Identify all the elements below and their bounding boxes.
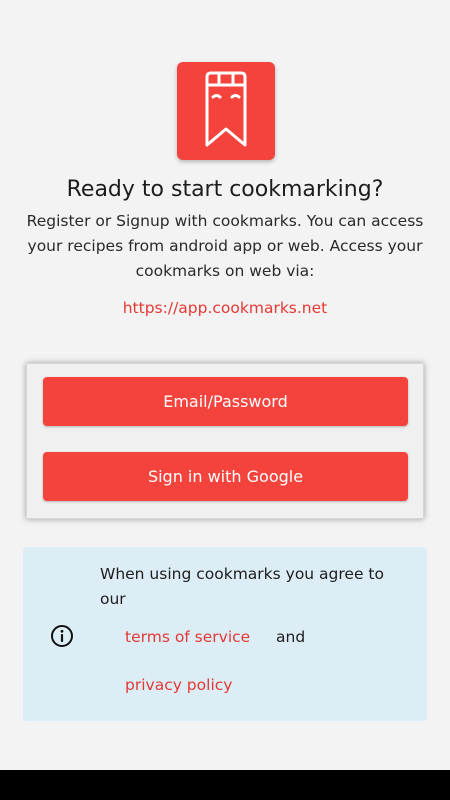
google-signin-button[interactable]: Sign in with Google xyxy=(43,452,408,501)
info-icon xyxy=(51,625,73,647)
bookmark-chef-icon xyxy=(205,71,247,147)
and-text: and xyxy=(276,628,306,646)
page-title: Ready to start cookmarking? xyxy=(66,177,384,202)
app-logo xyxy=(177,62,275,160)
terms-agreement-text: When using cookmarks you agree to our xyxy=(100,565,384,608)
web-app-link[interactable]: https://app.cookmarks.net xyxy=(0,296,450,320)
email-password-button[interactable]: Email/Password xyxy=(43,377,408,426)
terms-notice: When using cookmarks you agree to our te… xyxy=(23,547,427,721)
intro-description: Register or Signup with cookmarks. You c… xyxy=(26,212,424,280)
system-navigation-bar xyxy=(0,770,450,800)
terms-of-service-link[interactable]: terms of service xyxy=(125,625,250,649)
auth-options-panel: Email/Password Sign in with Google xyxy=(26,363,424,519)
signup-screen: Ready to start cookmarking? Register or … xyxy=(0,0,450,800)
privacy-policy-link[interactable]: privacy policy xyxy=(125,673,232,697)
